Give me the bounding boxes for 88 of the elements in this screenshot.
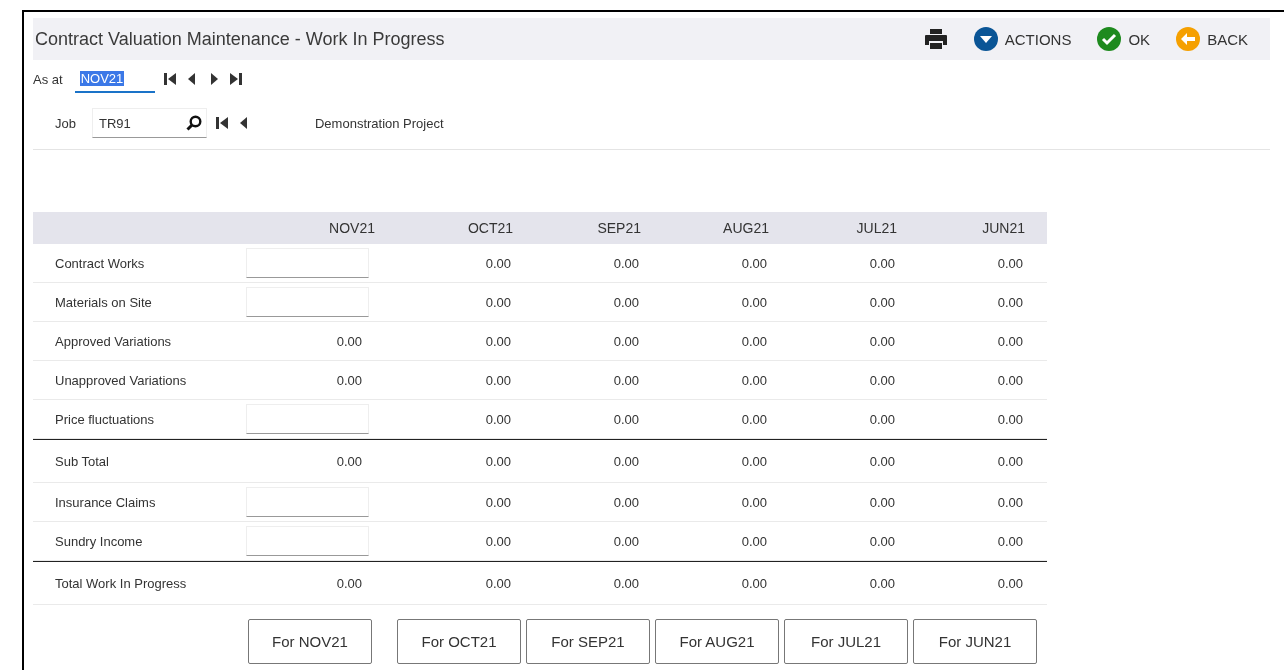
- column-header: SEP21: [596, 220, 641, 236]
- table-cell-text: 0.00: [612, 333, 640, 349]
- table-cell-text: 0.00: [868, 453, 896, 469]
- row-label: Price fluctuations: [54, 411, 155, 427]
- table-cell-text: 0.00: [740, 255, 768, 271]
- table-cell-text: 0.00: [740, 494, 768, 510]
- row-label: Sub Total: [54, 453, 110, 469]
- check-icon: [1097, 27, 1122, 51]
- amount-input[interactable]: [246, 404, 369, 434]
- table-cell-text: 0.00: [996, 411, 1024, 427]
- table-cell-text: 0.00: [335, 575, 363, 591]
- amount-input[interactable]: [246, 487, 369, 517]
- table-cell-text: 0.00: [335, 333, 363, 349]
- row-label: Unapproved Variations: [54, 372, 188, 388]
- table-cell-text: 0.00: [740, 411, 768, 427]
- table-cell-text: 0.00: [740, 294, 768, 310]
- table-cell-text: 0.00: [612, 494, 640, 510]
- period-button[interactable]: For JUL21: [784, 619, 908, 664]
- table-cell-text: 0.00: [740, 533, 768, 549]
- period-button[interactable]: For NOV21: [248, 619, 372, 664]
- table-cell-text: 0.00: [740, 333, 768, 349]
- job-label: Job: [55, 115, 76, 131]
- table-cell-text: 0.00: [740, 453, 768, 469]
- table-cell-text: 0.00: [484, 575, 512, 591]
- column-header: JUL21: [855, 220, 897, 236]
- table-cell-text: 0.00: [484, 255, 512, 271]
- table-cell-text: 0.00: [996, 575, 1024, 591]
- dropdown-icon: [973, 27, 998, 51]
- table-cell-text: 0.00: [868, 411, 896, 427]
- table-cell-text: 0.00: [996, 255, 1024, 271]
- period-button[interactable]: For AUG21: [655, 619, 779, 664]
- table-cell-text: 0.00: [868, 494, 896, 510]
- period-field[interactable]: NOV21: [74, 65, 155, 93]
- table-cell-text: 0.00: [996, 533, 1024, 549]
- table-cell-text: 0.00: [612, 453, 640, 469]
- table-cell-text: 0.00: [612, 294, 640, 310]
- job-description: Demonstration Project: [314, 115, 444, 131]
- as-at-label: As at: [33, 71, 63, 87]
- amount-input[interactable]: [246, 526, 369, 556]
- table-cell-text: 0.00: [612, 575, 640, 591]
- row-label: Approved Variations: [54, 333, 173, 349]
- table-cell-text: 0.00: [740, 575, 768, 591]
- table-cell-text: 0.00: [335, 453, 363, 469]
- column-header: AUG21: [722, 220, 769, 236]
- period-button[interactable]: For OCT21: [397, 619, 521, 664]
- table-cell-text: 0.00: [612, 255, 640, 271]
- table-cell-text: 0.00: [484, 533, 512, 549]
- column-header: NOV21: [328, 220, 375, 236]
- table-cell-text: 0.00: [612, 533, 640, 549]
- row-label: Insurance Claims: [54, 494, 157, 510]
- table-cell-text: 0.00: [612, 411, 640, 427]
- table-cell-text: 0.00: [996, 453, 1024, 469]
- table-cell-text: 0.00: [484, 494, 512, 510]
- period-button[interactable]: For JUN21: [913, 619, 1037, 664]
- window-title: Contract Valuation Maintenance - Work In Progress: [35, 28, 445, 50]
- table-cell-text: 0.00: [868, 333, 896, 349]
- amount-input[interactable]: [246, 248, 369, 278]
- row-label: Total Work In Progress: [54, 575, 188, 591]
- table-cell-text: 0.00: [484, 453, 512, 469]
- table-cell-text: 0.00: [996, 294, 1024, 310]
- table-cell-text: 0.00: [335, 372, 363, 388]
- ok-button[interactable]: OK: [1087, 27, 1161, 51]
- table-cell-text: 0.00: [484, 372, 512, 388]
- column-header: JUN21: [981, 220, 1025, 236]
- row-label: Sundry Income: [54, 533, 144, 549]
- table-cell-text: 0.00: [996, 494, 1024, 510]
- table-cell-text: 0.00: [996, 333, 1024, 349]
- period-button[interactable]: For SEP21: [526, 619, 650, 664]
- table-cell-text: 0.00: [868, 294, 896, 310]
- amount-input[interactable]: [246, 287, 369, 317]
- search-icon[interactable]: [185, 115, 202, 131]
- job-field[interactable]: TR91: [91, 108, 207, 138]
- table-cell-text: 0.00: [484, 411, 512, 427]
- table-cell-text: 0.00: [996, 372, 1024, 388]
- back-button[interactable]: BACK: [1166, 27, 1258, 51]
- column-header: OCT21: [466, 220, 513, 236]
- table-cell-text: 0.00: [484, 294, 512, 310]
- actions-button[interactable]: ACTIONS: [963, 27, 1082, 51]
- table-cell-text: 0.00: [612, 372, 640, 388]
- printer-icon: [923, 28, 948, 50]
- table-cell-text: 0.00: [484, 333, 512, 349]
- table-cell-text: 0.00: [740, 372, 768, 388]
- table-cell-text: 0.00: [868, 533, 896, 549]
- row-label: Materials on Site: [54, 294, 153, 310]
- table-cell-text: 0.00: [868, 372, 896, 388]
- table-cell-text: 0.00: [868, 255, 896, 271]
- table-cell-text: 0.00: [868, 575, 896, 591]
- row-label: Contract Works: [54, 255, 146, 271]
